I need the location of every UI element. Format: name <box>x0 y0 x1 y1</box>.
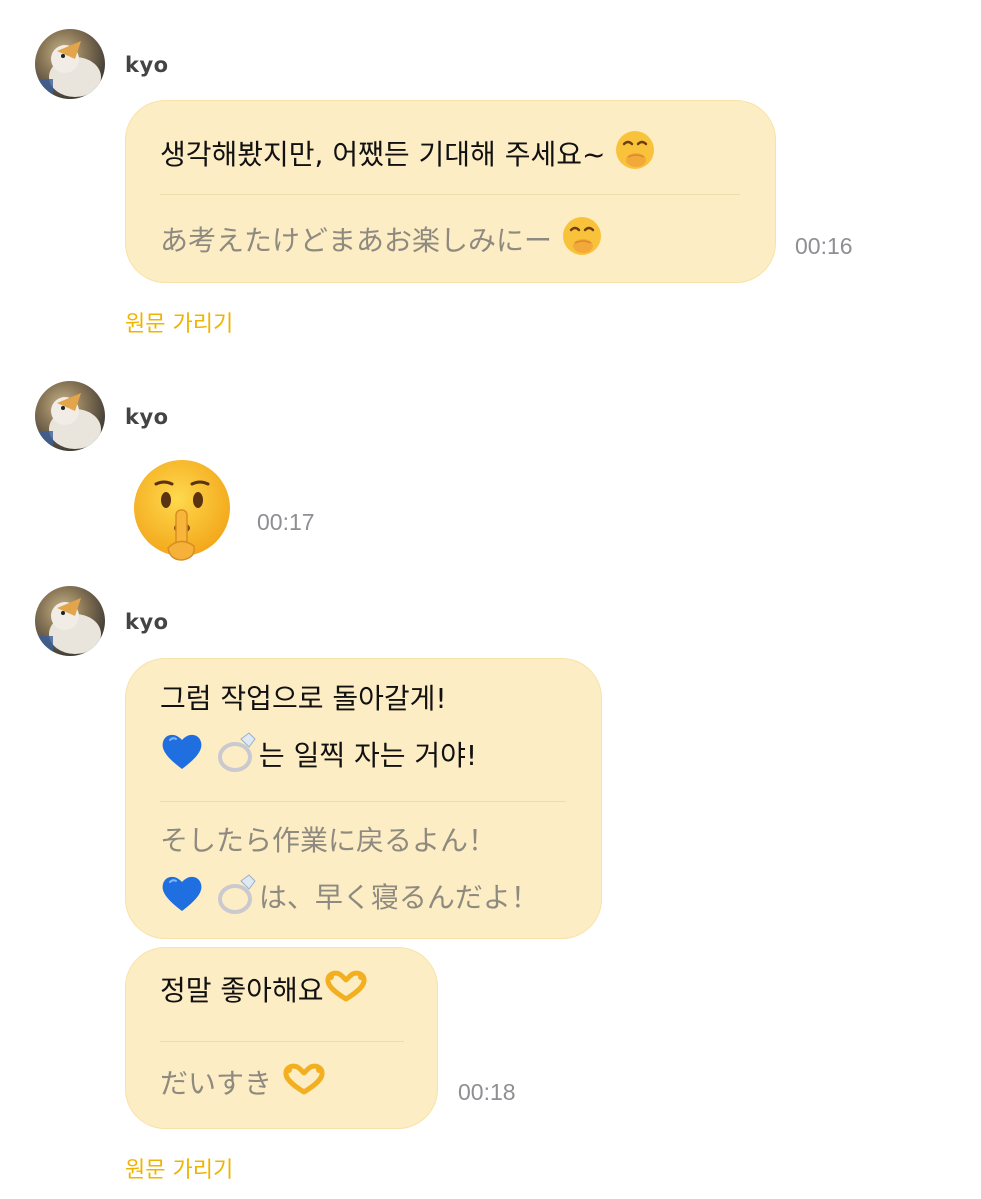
message-bubble[interactable]: 정말 좋아해요 だいすき <box>125 947 438 1129</box>
message-bubble[interactable]: 그럼 작업으로 돌아갈게! 는 일찍 자는 거야! そしたら作業に戻るよん！ は… <box>125 658 602 939</box>
blue-heart-icon <box>160 731 204 783</box>
avatar[interactable] <box>35 586 105 656</box>
heart-hands-icon <box>323 969 369 1015</box>
sender-name: kyo <box>125 610 169 634</box>
original-text: 정말 좋아해요 <box>160 969 369 1015</box>
hand-over-mouth-icon <box>614 129 656 183</box>
divider <box>160 1041 404 1042</box>
hide-original-link[interactable]: 원문 가리기 <box>125 1152 233 1184</box>
blue-heart-icon <box>160 873 204 925</box>
message-time: 00:16 <box>795 233 853 259</box>
original-text-value: 정말 좋아해요 <box>160 974 324 1007</box>
translation-text-line2: は、早く寝るんだよ！ <box>160 871 539 927</box>
sender-name: kyo <box>125 405 169 429</box>
hide-original-link[interactable]: 원문 가리기 <box>125 306 233 338</box>
shushing-face-icon <box>134 460 230 561</box>
original-text-line1: 그럼 작업으로 돌아갈게! <box>160 682 447 715</box>
avatar[interactable] <box>35 381 105 451</box>
shushing-face-sticker[interactable] <box>130 458 234 566</box>
sender-name: kyo <box>125 53 169 77</box>
message-time: 00:18 <box>458 1079 516 1105</box>
message-time: 00:17 <box>257 509 315 535</box>
translation-text-value: あ考えたけどまあお楽しみにー <box>160 224 553 257</box>
divider <box>160 194 740 195</box>
ring-icon <box>213 729 259 785</box>
original-text-line2-value: 는 일찍 자는 거야! <box>258 739 478 772</box>
original-text-line2: 는 일찍 자는 거야! <box>160 729 477 785</box>
translation-text-line1: そしたら作業に戻るよん！ <box>160 824 497 857</box>
hand-over-mouth-icon <box>561 215 603 269</box>
translation-text: だいすき <box>160 1062 327 1108</box>
heart-hands-icon <box>281 1062 327 1108</box>
translation-text-line2-value: は、早く寝るんだよ！ <box>258 881 539 914</box>
ring-icon <box>213 871 259 927</box>
message-bubble[interactable]: 생각해봤지만, 어쨌든 기대해 주세요~ あ考えたけどまあお楽しみにー <box>125 100 776 283</box>
divider <box>160 801 566 802</box>
translation-text-value: だいすき <box>160 1067 273 1100</box>
avatar[interactable] <box>35 29 105 99</box>
translation-text: あ考えたけどまあお楽しみにー <box>160 215 603 269</box>
original-text: 생각해봤지만, 어쨌든 기대해 주세요~ <box>160 129 656 183</box>
original-text-value: 생각해봤지만, 어쨌든 기대해 주세요~ <box>160 138 606 171</box>
